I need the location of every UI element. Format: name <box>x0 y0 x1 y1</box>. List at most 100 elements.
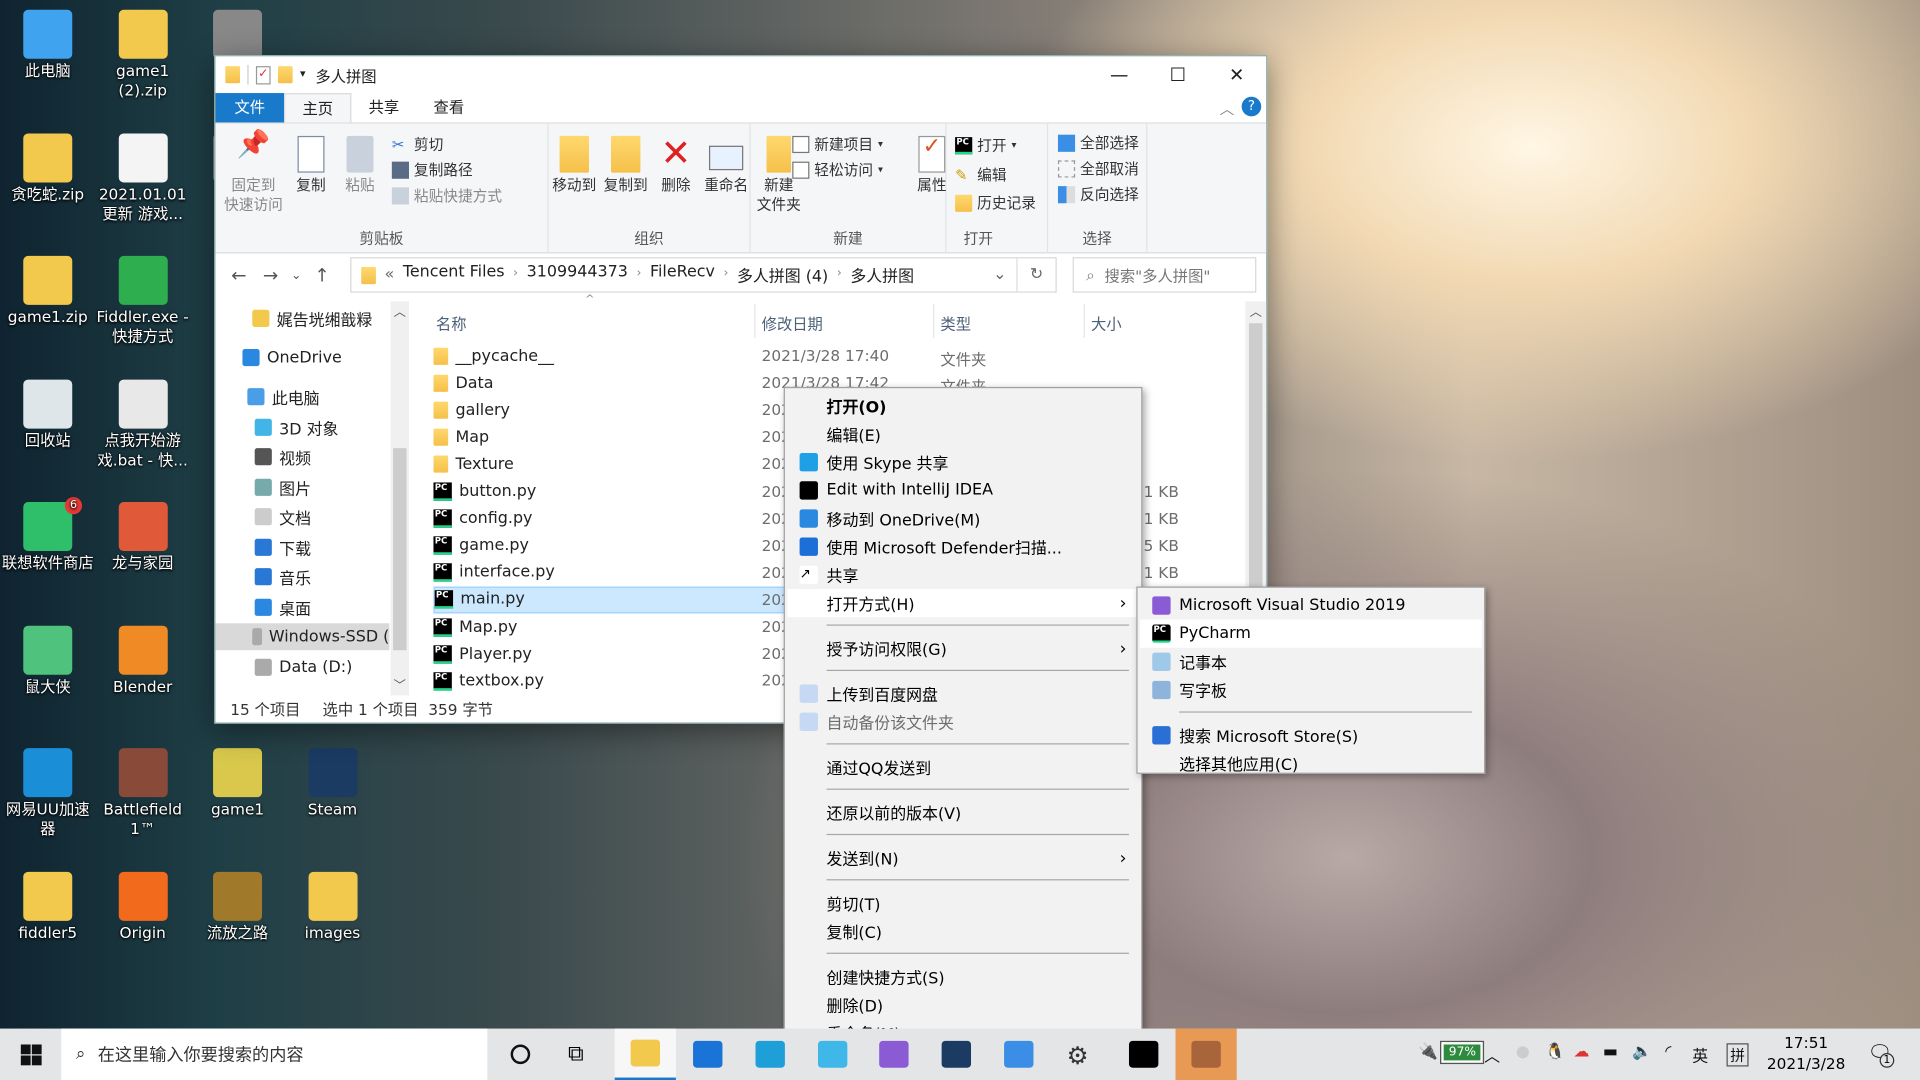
nav-item[interactable]: 此电脑 <box>247 383 320 410</box>
column-divider[interactable] <box>933 303 935 338</box>
new-item-button[interactable]: 新建项目 ▾ <box>792 133 883 154</box>
file-row[interactable]: PC Map.py <box>433 613 776 640</box>
menu-item[interactable]: PC PyCharm <box>1140 619 1482 648</box>
up-button[interactable]: ↑ <box>306 264 338 286</box>
desktop-icon[interactable]: 2021.01.01 更新 游戏... <box>95 132 191 224</box>
desktop-icon[interactable]: images <box>285 871 381 942</box>
column-header[interactable]: 大小 <box>1091 311 1122 334</box>
address-bar[interactable]: « Tencent Files › 3109944373 › FileRecv › 多人拼图… <box>350 257 1057 293</box>
desktop-icon[interactable]: Steam <box>285 748 381 819</box>
taskbar-pycharm-button[interactable] <box>1113 1029 1174 1080</box>
nav-item[interactable]: Windows-SSD ( <box>215 623 390 651</box>
copy-to-button[interactable]: 复制到 <box>600 135 651 195</box>
taskbar-steam-button[interactable] <box>926 1029 987 1080</box>
nav-item[interactable]: 文档 <box>254 503 311 530</box>
properties-button[interactable]: ✓ 属性 <box>910 135 954 195</box>
open-button[interactable]: PC 打开 ▾ <box>955 135 1016 156</box>
properties-quick-icon[interactable]: ✓ <box>255 65 271 84</box>
history-button[interactable]: 历史记录 <box>955 192 1036 213</box>
breadcrumb-separator-icon[interactable]: › <box>837 263 842 286</box>
menu-item[interactable]: 使用 Microsoft Defender扫描... <box>787 533 1138 561</box>
desktop-icon[interactable]: 回收站 <box>0 378 96 450</box>
volume-icon[interactable]: 🔈 <box>1632 1043 1652 1061</box>
address-dropdown-icon[interactable]: ⌄ <box>993 266 1006 284</box>
menu-item[interactable]: 发送到(N) › <box>787 844 1138 872</box>
overflow-chevron[interactable]: « <box>384 266 394 284</box>
forward-button[interactable]: → <box>255 264 287 286</box>
taskbar-mail-button[interactable] <box>677 1029 738 1080</box>
file-row[interactable]: PC button.py <box>433 478 776 505</box>
minimize-button[interactable]: — <box>1090 56 1149 93</box>
rename-button[interactable]: 重命名 <box>700 136 751 195</box>
column-header[interactable]: 类型 <box>940 311 971 334</box>
cut-button[interactable]: ✂ 剪切 <box>392 133 443 154</box>
desktop-icon[interactable]: Battlefield 1™ <box>95 748 191 839</box>
menu-item[interactable]: 记事本 <box>1140 648 1482 676</box>
nav-item[interactable]: 视频 <box>254 443 311 470</box>
taskbar-task-view-button[interactable]: ⧉ <box>552 1029 613 1080</box>
desktop-icon[interactable]: 流放之路 <box>190 871 286 942</box>
desktop-icon[interactable]: 此电脑 <box>0 9 96 81</box>
nav-scrollbar[interactable]: ︿ ﹀ <box>390 301 409 696</box>
menu-item[interactable]: 剪切(T) <box>787 889 1138 917</box>
maximize-button[interactable]: ☐ <box>1149 56 1208 93</box>
taskbar-settings-button[interactable]: ⚙ <box>1051 1029 1112 1080</box>
copy-path-button[interactable]: 复制路径 <box>391 159 473 180</box>
back-button[interactable]: ← <box>223 264 255 286</box>
desktop-icon[interactable]: Blender <box>95 625 191 696</box>
menu-item[interactable]: 还原以前的版本(V) <box>787 798 1138 826</box>
copy-button[interactable]: 复制 <box>289 135 333 195</box>
taskbar-edge-button[interactable] <box>739 1029 800 1080</box>
nav-item[interactable]: 图片 <box>254 474 311 501</box>
file-row[interactable]: Data <box>433 370 776 397</box>
scroll-thumb[interactable] <box>393 448 407 651</box>
breadcrumb-separator-icon[interactable]: › <box>637 263 642 286</box>
cloud-error-tray-icon[interactable]: ☁ <box>1573 1043 1589 1061</box>
breadcrumb-separator-icon[interactable]: › <box>513 263 518 286</box>
nav-item[interactable]: 3D 对象 <box>254 414 338 441</box>
taskbar-search-input[interactable]: ⌕ 在这里输入你要搜索的内容 <box>61 1028 488 1080</box>
desktop-icon[interactable]: 点我开始游戏.bat - 快... <box>95 378 191 470</box>
start-button[interactable] <box>0 1029 61 1080</box>
desktop-icon[interactable]: Fiddler.exe - 快捷方式 <box>95 255 191 347</box>
menu-item[interactable]: 选择其他应用(C) <box>1140 749 1482 777</box>
menu-item[interactable]: 授予访问权限(G) › <box>787 634 1138 662</box>
breadcrumb-item[interactable]: Tencent Files <box>403 263 505 286</box>
clock[interactable]: 17:51 2021/3/28 <box>1763 1032 1849 1074</box>
desktop-icon[interactable]: Origin <box>95 871 191 942</box>
file-row[interactable]: gallery <box>433 397 776 424</box>
file-row[interactable]: Map <box>433 424 776 451</box>
desktop-icon[interactable]: 6 联想软件商店 <box>0 497 96 573</box>
quick-access-dropdown-icon[interactable]: ▾ <box>300 69 306 81</box>
desktop-icon[interactable]: game1.zip <box>0 255 96 327</box>
menu-item[interactable]: 通过QQ发送到 <box>787 753 1138 781</box>
menu-item[interactable]: 搜索 Microsoft Store(S) <box>1140 721 1482 749</box>
nav-item[interactable]: OneDrive <box>242 344 342 371</box>
delete-button[interactable]: ✕ 删除 <box>656 135 695 195</box>
taskbar-file-explorer-button[interactable] <box>614 1028 676 1080</box>
breadcrumb-item[interactable]: FileRecv <box>650 263 715 286</box>
select-none-button[interactable]: 全部取消 <box>1057 158 1139 179</box>
scroll-down-icon[interactable]: ﹀ <box>391 675 409 693</box>
file-row[interactable]: Texture <box>433 451 776 478</box>
nav-item[interactable]: 音乐 <box>254 563 311 590</box>
scroll-up-icon[interactable]: ︿ <box>391 301 409 319</box>
taskbar-user-app-button[interactable] <box>1175 1028 1237 1080</box>
menu-item[interactable]: Microsoft Visual Studio 2019 <box>1140 591 1482 619</box>
menu-item[interactable]: 编辑(E) <box>787 420 1138 448</box>
menu-item[interactable]: ↗ 共享 <box>787 561 1138 589</box>
easy-access-button[interactable]: 轻松访问 ▾ <box>792 159 883 180</box>
battery-tray-icon[interactable]: ▬ <box>1603 1043 1618 1061</box>
menu-item[interactable]: 删除(D) <box>787 991 1138 1019</box>
desktop-icon[interactable]: 龙与家园 <box>95 502 191 573</box>
wifi-icon[interactable]: ◜ <box>1665 1043 1671 1061</box>
column-divider[interactable] <box>754 303 756 338</box>
action-center-button[interactable]: 🗨 1 <box>1867 1041 1895 1068</box>
search-input[interactable]: ⌕ 搜索"多人拼图" <box>1072 257 1257 293</box>
breadcrumb-item[interactable]: 多人拼图 <box>850 263 914 286</box>
qq-tray-icon[interactable]: 🐧 <box>1545 1043 1565 1061</box>
nav-item[interactable]: 桌面 <box>254 594 311 621</box>
tab-share[interactable]: 共享 <box>351 93 416 122</box>
file-row[interactable]: __pycache__ <box>433 343 776 370</box>
taskbar-browser-360-button[interactable] <box>801 1029 862 1080</box>
